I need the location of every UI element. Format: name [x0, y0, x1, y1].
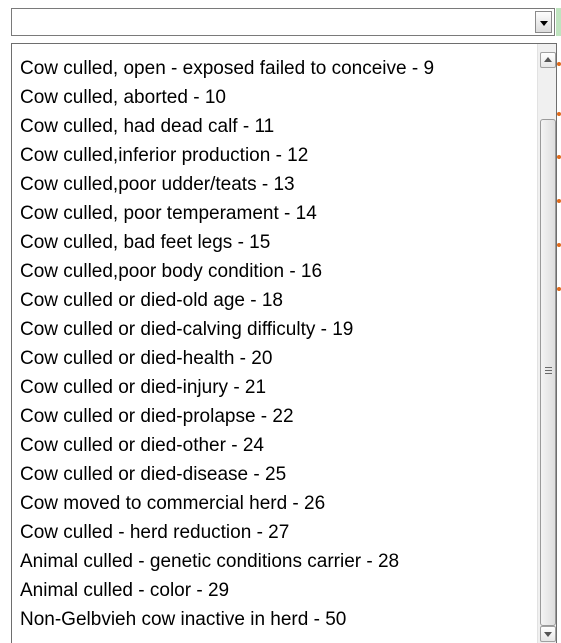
dropdown-option[interactable]: Cow moved to commercial herd - 26	[20, 489, 325, 518]
dropdown-option[interactable]: Cow culled or died-prolapse - 22	[20, 402, 294, 431]
arrow-up-icon	[544, 57, 552, 62]
marker-dot	[557, 112, 561, 116]
dropdown-option[interactable]: Cow culled, had dead calf - 11	[20, 112, 274, 141]
dropdown-option[interactable]: Cow culled or died-injury - 21	[20, 373, 266, 402]
marker-dot	[557, 243, 561, 247]
dropdown-option[interactable]: Cow culled,poor body condition - 16	[20, 257, 322, 286]
scroll-down-button[interactable]	[540, 626, 556, 642]
arrow-down-icon	[544, 632, 552, 637]
dropdown-option[interactable]: Cow culled or died-disease - 25	[20, 460, 286, 489]
chevron-down-icon	[540, 21, 548, 26]
scrollbar-thumb[interactable]	[540, 119, 556, 626]
dropdown-option[interactable]: Cow culled, poor temperament - 14	[20, 199, 317, 228]
marker-dot	[557, 155, 561, 159]
dropdown-option[interactable]: Cow culled or died-other - 24	[20, 431, 264, 460]
dropdown-option[interactable]: Cow culled or died-calving difficulty - …	[20, 315, 353, 344]
grip-icon	[545, 367, 552, 374]
dropdown-option[interactable]: Non-Gelbvieh cow inactive in herd - 50	[20, 605, 346, 634]
reason-select[interactable]	[11, 8, 555, 36]
adjacent-cell-edge	[556, 8, 561, 36]
dropdown-option[interactable]: Cow culled or died-old age - 18	[20, 286, 283, 315]
dropdown-option[interactable]: Animal culled - genetic conditions carri…	[20, 547, 399, 576]
dropdown-option[interactable]: Cow culled, open - exposed failed to con…	[20, 54, 434, 83]
dropdown-option[interactable]: Animal culled - color - 29	[20, 576, 229, 605]
dropdown-option[interactable]: Cow culled, bad feet legs - 15	[20, 228, 270, 257]
list-scrollbar[interactable]	[537, 44, 556, 643]
marker-dot	[557, 287, 561, 291]
marker-dot	[557, 62, 561, 66]
marker-dot	[557, 199, 561, 203]
dropdown-option[interactable]: Cow culled or died-health - 20	[20, 344, 272, 373]
scroll-up-button[interactable]	[540, 52, 556, 68]
dropdown-option[interactable]: Cow culled - herd reduction - 27	[20, 518, 289, 547]
dropdown-option[interactable]: Cow culled, aborted - 10	[20, 83, 226, 112]
dropdown-option-list[interactable]: Non-Gelbvieh cow inactive in herd - 50 An…	[11, 43, 557, 643]
dropdown-toggle-button[interactable]	[535, 11, 552, 33]
dropdown-option[interactable]: Cow culled,inferior production - 12	[20, 141, 308, 170]
dropdown-screen: Non-Gelbvieh cow inactive in herd - 50 An…	[0, 0, 561, 643]
dropdown-option[interactable]: Cow culled,poor udder/teats - 13	[20, 170, 295, 199]
